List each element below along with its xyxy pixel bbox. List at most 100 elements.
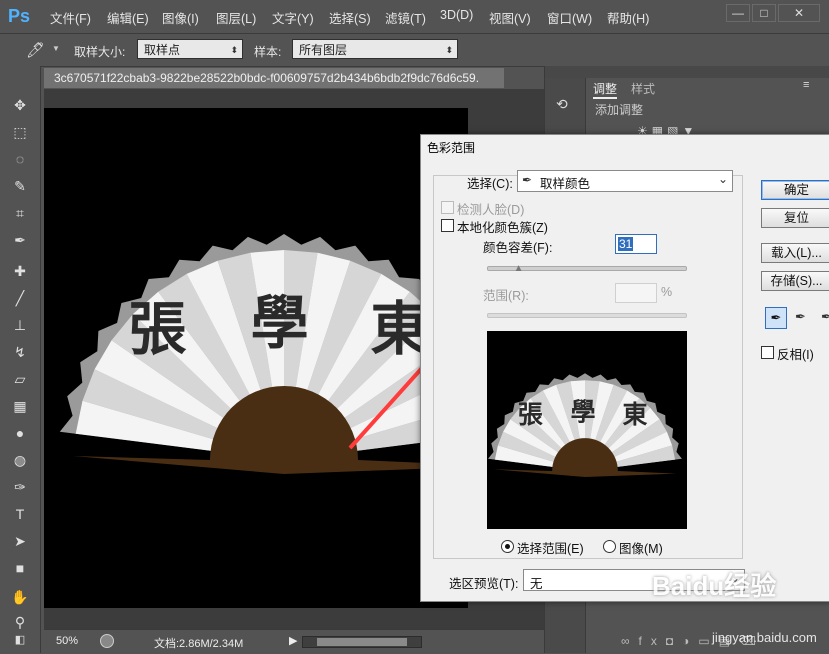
detect-faces-label: 检测人脸(D) bbox=[457, 203, 525, 217]
dialog-title: 色彩范围 bbox=[427, 141, 476, 155]
eraser-tool-icon[interactable]: ▱ bbox=[8, 368, 32, 390]
detect-faces-checkbox[interactable] bbox=[441, 201, 454, 214]
brush-tool-icon[interactable]: ╱ bbox=[8, 287, 32, 309]
invert-label: 反相(I) bbox=[777, 348, 814, 362]
fan-character: 東 bbox=[622, 400, 647, 429]
save-button[interactable]: 存储(S)... bbox=[761, 271, 829, 291]
sample-dropdown[interactable]: 所有图层 ⬍ bbox=[292, 39, 458, 59]
menu-layer[interactable]: 图层(L) bbox=[216, 8, 256, 27]
scrollbar-thumb[interactable] bbox=[317, 638, 407, 646]
type-tool-icon[interactable]: T bbox=[8, 503, 32, 525]
selection-preview-label: 选区预览(T): bbox=[449, 577, 519, 591]
eyedropper-subtract-icon[interactable]: ✒ bbox=[821, 309, 829, 325]
panel-menu-icon[interactable]: ≡ bbox=[803, 79, 809, 91]
healing-brush-tool-icon[interactable]: ✚ bbox=[8, 260, 32, 282]
status-expand-arrow-icon[interactable]: ▶ bbox=[289, 634, 297, 647]
tools-panel: ✥ ⬚ ◌ ✎ ⌗ ✒ ✚ ╱ ⊥ ↯ ▱ ▦ ● ◍ ✑ T ➤ ■ ✋ ⚲ … bbox=[0, 66, 41, 653]
status-menu-icon[interactable] bbox=[100, 634, 114, 648]
selection-radio[interactable] bbox=[501, 540, 514, 553]
quick-select-tool-icon[interactable]: ✎ bbox=[8, 175, 32, 197]
hand-tool-icon[interactable]: ✋ bbox=[8, 586, 32, 608]
ok-button[interactable]: 确定 bbox=[761, 180, 829, 200]
select-value: 取样颜色 bbox=[540, 177, 591, 191]
zoom-level[interactable]: 50% bbox=[56, 635, 78, 647]
fuzziness-slider-thumb[interactable]: ▲ bbox=[514, 263, 524, 274]
document-tab[interactable]: 3c670571f22cbab3-9822be28522b0bdc-f00609… bbox=[44, 68, 504, 88]
fan-character: 張 bbox=[518, 400, 543, 429]
menu-help[interactable]: 帮助(H) bbox=[607, 8, 649, 27]
sample-label: 样本: bbox=[254, 45, 282, 59]
menu-edit[interactable]: 编辑(E) bbox=[107, 8, 149, 27]
select-label: 选择(C): bbox=[467, 177, 513, 191]
radio-dot bbox=[505, 544, 510, 549]
menu-image[interactable]: 图像(I) bbox=[162, 8, 199, 27]
sample-eyedropper-icon: ✒ bbox=[522, 173, 533, 187]
menu-view[interactable]: 视图(V) bbox=[489, 8, 531, 27]
color-range-dialog: 色彩范围 选择(C): ✒ 取样颜色 ⌄ 检测人脸(D) 本地化颜色簇(Z) 颜… bbox=[420, 134, 829, 602]
photoshop-logo: Ps bbox=[8, 6, 31, 26]
range-label: 范围(R): bbox=[483, 289, 529, 303]
move-tool-icon[interactable]: ✥ bbox=[8, 94, 32, 116]
invert-checkbox[interactable] bbox=[761, 346, 774, 359]
history-panel-icon[interactable]: ⟲ bbox=[556, 96, 568, 113]
dodge-tool-icon[interactable]: ◍ bbox=[8, 449, 32, 471]
color-swatches-icon[interactable]: ◧ bbox=[8, 629, 32, 651]
range-unit: % bbox=[661, 285, 673, 299]
fuzziness-input[interactable]: 31 bbox=[615, 234, 657, 254]
sample-value: 所有图层 bbox=[299, 43, 348, 57]
menu-file[interactable]: 文件(F) bbox=[50, 8, 91, 27]
dropdown-arrow-icon: ⬍ bbox=[230, 45, 238, 55]
shape-tool-icon[interactable]: ■ bbox=[8, 557, 32, 579]
options-bar: 🖊 ▼ 取样大小: 取样点 ⬍ 样本: 所有图层 ⬍ bbox=[0, 33, 829, 67]
load-button[interactable]: 载入(L)... bbox=[761, 243, 829, 263]
localized-clusters-label: 本地化颜色簇(Z) bbox=[457, 221, 548, 235]
path-select-tool-icon[interactable]: ➤ bbox=[8, 530, 32, 552]
reset-button[interactable]: 复位 bbox=[761, 208, 829, 228]
localized-clusters-checkbox[interactable] bbox=[441, 219, 454, 232]
sample-size-label: 取样大小: bbox=[74, 45, 126, 59]
fuzziness-value: 31 bbox=[618, 237, 634, 251]
eyedropper-add-icon[interactable]: ✒ bbox=[795, 309, 806, 325]
eyedropper-tool-icon[interactable]: 🖊 bbox=[26, 41, 45, 59]
tab-styles[interactable]: 样式 bbox=[631, 80, 655, 97]
add-adjustment-label: 添加调整 bbox=[595, 103, 644, 117]
select-dropdown[interactable]: ✒ 取样颜色 ⌄ bbox=[517, 170, 733, 192]
menu-select[interactable]: 选择(S) bbox=[329, 8, 371, 27]
marquee-tool-icon[interactable]: ⬚ bbox=[8, 121, 32, 143]
menu-filter[interactable]: 滤镜(T) bbox=[385, 8, 426, 27]
pen-tool-icon[interactable]: ✑ bbox=[8, 476, 32, 498]
range-slider bbox=[487, 313, 687, 318]
range-input bbox=[615, 283, 657, 303]
stamp-tool-icon[interactable]: ⊥ bbox=[8, 314, 32, 336]
sample-size-value: 取样点 bbox=[144, 43, 181, 57]
crop-tool-icon[interactable]: ⌗ bbox=[8, 202, 32, 224]
fan-thumbnail: 張學東 bbox=[488, 373, 682, 478]
selection-preview-value: 无 bbox=[530, 577, 543, 591]
blur-tool-icon[interactable]: ● bbox=[8, 422, 32, 444]
horizontal-scrollbar[interactable] bbox=[302, 636, 422, 648]
menu-window[interactable]: 窗口(W) bbox=[547, 8, 592, 27]
menu-type[interactable]: 文字(Y) bbox=[272, 8, 314, 27]
fan-character: 學 bbox=[571, 397, 596, 426]
minimize-button[interactable]: — bbox=[726, 4, 750, 22]
selection-radio-label: 选择范围(E) bbox=[517, 542, 584, 556]
history-brush-tool-icon[interactable]: ↯ bbox=[8, 341, 32, 363]
close-button[interactable]: ✕ bbox=[778, 4, 820, 22]
tab-adjustments[interactable]: 调整 bbox=[593, 80, 618, 99]
document-info: 文档:2.86M/2.34M bbox=[154, 638, 244, 650]
menu-3d[interactable]: 3D(D) bbox=[440, 8, 473, 22]
tool-preset-chevron-icon[interactable]: ▼ bbox=[52, 44, 60, 53]
lasso-tool-icon[interactable]: ◌ bbox=[8, 148, 32, 170]
panel-header bbox=[545, 66, 829, 78]
sample-size-dropdown[interactable]: 取样点 ⬍ bbox=[137, 39, 243, 59]
image-radio[interactable] bbox=[603, 540, 616, 553]
chevron-down-icon: ⌄ bbox=[717, 172, 728, 186]
menu-bar: Ps 文件(F) 编辑(E) 图像(I) 图层(L) 文字(Y) 选择(S) 滤… bbox=[0, 0, 829, 32]
eyedropper-tool-icon[interactable]: ✒ bbox=[8, 229, 32, 251]
dropdown-arrow-icon: ⬍ bbox=[445, 45, 453, 55]
maximize-button[interactable]: □ bbox=[752, 4, 776, 22]
watermark-url: jingyan.baidu.com bbox=[712, 630, 817, 645]
gradient-tool-icon[interactable]: ▦ bbox=[8, 395, 32, 417]
eyedropper-icon[interactable]: ✒ bbox=[765, 307, 787, 329]
selection-preview[interactable]: 張學東 bbox=[487, 331, 687, 529]
